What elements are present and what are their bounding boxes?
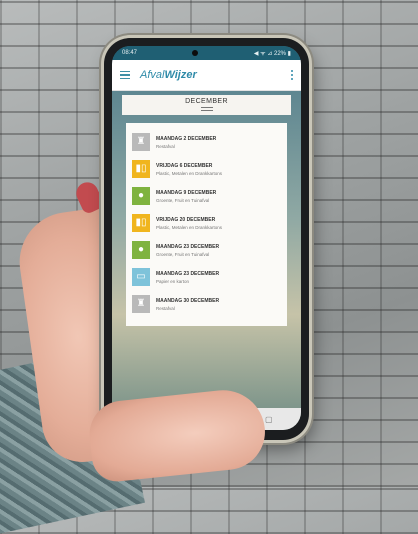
- bottle-can-icon: ▮▯: [132, 214, 150, 232]
- status-time: 08:47: [122, 50, 138, 56]
- status-bar: 08:47 ◀ ᯤ ⊿ 22% ▮: [112, 46, 301, 60]
- pickup-item[interactable]: ♜ MAANDAG 30 DECEMBER Restafval: [132, 291, 281, 318]
- waste-stream: Groente, Fruit en Tuinafval: [156, 252, 210, 257]
- pickup-text: VRIJDAG 6 DECEMBER Plastic, Metalen en Dr…: [156, 160, 222, 176]
- hamburger-menu-icon[interactable]: [120, 70, 130, 80]
- logo-bold: Wijzer: [164, 69, 197, 81]
- pickup-item[interactable]: ● MAANDAG 9 DECEMBER Groente, Fruit en Tui…: [132, 183, 281, 210]
- front-camera: [192, 50, 199, 56]
- smartphone: 08:47 ◀ ᯤ ⊿ 22% ▮ AfvalWijzer DECEMBER ♜…: [104, 38, 309, 440]
- pickup-text: MAANDAG 9 DECEMBER Groente, Fruit en Tuin…: [156, 187, 216, 203]
- expand-handle-icon[interactable]: [200, 107, 213, 111]
- apple-icon: ●: [132, 241, 150, 259]
- phone-screen: 08:47 ◀ ᯤ ⊿ 22% ▮ AfvalWijzer DECEMBER ♜…: [112, 46, 301, 430]
- pickup-date: MAANDAG 9 DECEMBER: [156, 190, 217, 196]
- waste-stream: Restafval: [156, 306, 175, 311]
- pickup-date: MAANDAG 2 DECEMBER: [156, 136, 217, 142]
- month-header[interactable]: DECEMBER: [122, 95, 291, 115]
- pickup-date: VRIJDAG 20 DECEMBER: [156, 217, 216, 223]
- pickup-text: VRIJDAG 20 DECEMBER Plastic, Metalen en D…: [156, 214, 222, 230]
- more-options-icon[interactable]: [291, 70, 293, 80]
- pickup-date: MAANDAG 30 DECEMBER: [156, 298, 220, 304]
- pickup-list: ♜ MAANDAG 2 DECEMBER Restafval ▮▯ VRIJDAG 6 …: [126, 123, 287, 326]
- status-indicators: ◀ ᯤ ⊿ 22% ▮: [253, 51, 291, 57]
- logo-prefix: Afval: [140, 69, 165, 81]
- paper-box-icon: ▭: [132, 268, 150, 286]
- app-logo: AfvalWijzer: [140, 69, 281, 81]
- recent-apps-icon[interactable]: ▢: [265, 415, 273, 424]
- pickup-item[interactable]: ▮▯ VRIJDAG 20 DECEMBER Plastic, Metalen en…: [132, 210, 281, 237]
- pickup-text: MAANDAG 2 DECEMBER Restafval: [156, 133, 216, 149]
- apple-icon: ●: [132, 187, 150, 205]
- trash-bag-icon: ♜: [132, 133, 150, 151]
- waste-stream: Restafval: [156, 144, 175, 149]
- pickup-item[interactable]: ▮▯ VRIJDAG 6 DECEMBER Plastic, Metalen en …: [132, 156, 281, 183]
- month-title: DECEMBER: [185, 98, 228, 105]
- pickup-text: MAANDAG 23 DECEMBER Papier en karton: [156, 268, 219, 284]
- waste-stream: Plastic, Metalen en Drankkartons: [156, 225, 223, 230]
- waste-stream: Plastic, Metalen en Drankkartons: [156, 171, 223, 176]
- pickup-date: VRIJDAG 6 DECEMBER: [156, 163, 213, 169]
- waste-stream: Groente, Fruit en Tuinafval: [156, 198, 210, 203]
- pickup-item[interactable]: ♜ MAANDAG 2 DECEMBER Restafval: [132, 129, 281, 156]
- pickup-text: MAANDAG 23 DECEMBER Groente, Fruit en Tui…: [156, 241, 219, 257]
- waste-stream: Papier en karton: [156, 279, 190, 284]
- pickup-date: MAANDAG 23 DECEMBER: [156, 271, 220, 277]
- trash-bag-icon: ♜: [132, 295, 150, 313]
- app-header: AfvalWijzer: [112, 60, 301, 91]
- pickup-text: MAANDAG 30 DECEMBER Restafval: [156, 295, 219, 311]
- pickup-date: MAANDAG 23 DECEMBER: [156, 244, 220, 250]
- pickup-item[interactable]: ● MAANDAG 23 DECEMBER Groente, Fruit en Tu…: [132, 237, 281, 264]
- pickup-item[interactable]: ▭ MAANDAG 23 DECEMBER Papier en karton: [132, 264, 281, 291]
- bottle-can-icon: ▮▯: [132, 160, 150, 178]
